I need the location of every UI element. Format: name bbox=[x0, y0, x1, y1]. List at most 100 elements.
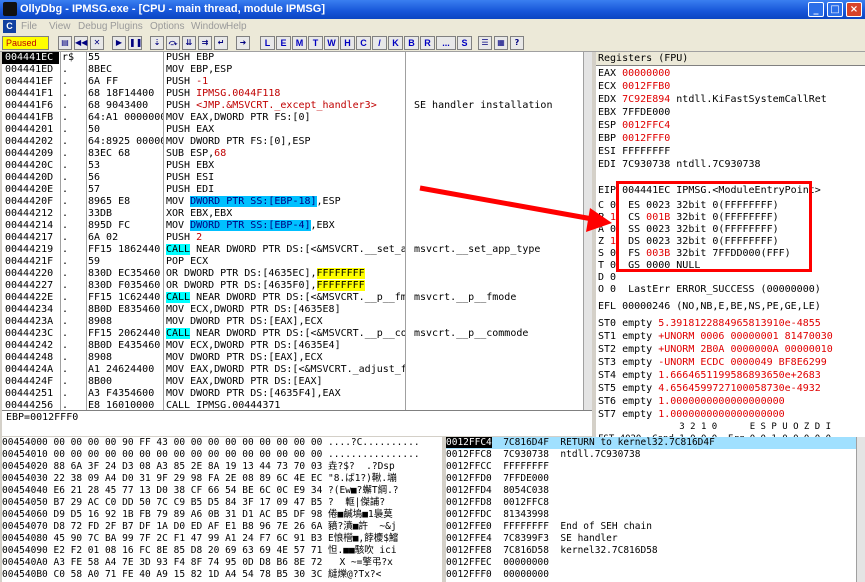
disasm-row[interactable]: 0044420C. 53 PUSH EBX bbox=[2, 160, 592, 172]
disasm-row[interactable]: 004441ED. 8BEC MOV EBP,ESP bbox=[2, 64, 592, 76]
register-line[interactable]: ESP 0012FFC4 bbox=[596, 119, 865, 132]
step-over-icon[interactable]: ⤼ bbox=[166, 36, 180, 50]
disasm-row[interactable]: 0044424F. 8B00 MOV EAX,DWORD PTR DS:[EAX] bbox=[2, 376, 592, 388]
threads-window-button[interactable]: T bbox=[308, 36, 323, 50]
dump-row[interactable]: 00454060 D9 D5 16 92 1B FB 79 89 A6 0B 3… bbox=[2, 509, 442, 521]
fpu-register-line[interactable]: ST1 empty +UNORM 0006 00000001 81470030 bbox=[596, 330, 865, 343]
run-icon[interactable]: ▶ bbox=[112, 36, 126, 50]
disasm-row[interactable]: 004441EC r$ 55 PUSH EBP bbox=[2, 52, 592, 64]
stack-row[interactable]: 0012FFD0 7FFDE000 bbox=[446, 473, 865, 485]
register-line[interactable]: EBX 7FFDE000 bbox=[596, 106, 865, 119]
menu-debug[interactable]: Debug bbox=[78, 21, 107, 32]
stack-row[interactable]: 0012FFF0 00000000 bbox=[446, 569, 865, 581]
fpu-register-line[interactable]: ST0 empty 5.3918122884965813910e-4855 bbox=[596, 317, 865, 330]
dump-row[interactable]: 00454090 E2 F2 01 08 16 FC 8E 85 D8 20 6… bbox=[2, 545, 442, 557]
patches-window-button[interactable]: / bbox=[372, 36, 387, 50]
execute-till-return-icon[interactable]: ↵ bbox=[214, 36, 228, 50]
dump-row[interactable]: 00454040 E6 21 28 45 77 13 D0 38 CF 66 5… bbox=[2, 485, 442, 497]
fpu-register-line[interactable]: ST7 empty 1.0000000000000000000 bbox=[596, 408, 865, 421]
disasm-row[interactable]: 00444227. 830D F035460 OR DWORD PTR DS:[46… bbox=[2, 280, 592, 292]
disassembly-scrollbar[interactable] bbox=[583, 52, 592, 410]
trace-into-icon[interactable]: ⇊ bbox=[182, 36, 196, 50]
open-icon[interactable]: ▤ bbox=[58, 36, 72, 50]
menu-help[interactable]: Help bbox=[226, 21, 247, 32]
disasm-row[interactable]: 00444219. FF15 1862440 CALL NEAR DWORD PTR… bbox=[2, 244, 592, 256]
source-window-button[interactable]: S bbox=[457, 36, 472, 50]
pause-icon[interactable]: ❚❚ bbox=[128, 36, 142, 50]
fpu-register-line[interactable]: ST6 empty 1.0000000000000000000 bbox=[596, 395, 865, 408]
disasm-row[interactable]: 0044420D. 56 PUSH ESI bbox=[2, 172, 592, 184]
fpu-register-line[interactable]: ST4 empty 1.6664651199586893650e+2683 bbox=[596, 369, 865, 382]
menu-options[interactable]: Options bbox=[150, 21, 184, 32]
disasm-row[interactable]: 004441F6. 68 9043400 PUSH <JMP.&MSVCRT._ex… bbox=[2, 100, 592, 112]
dump-row[interactable]: 00454050 B7 29 AC C0 DD 50 7C C9 B5 D5 8… bbox=[2, 497, 442, 509]
disasm-row[interactable]: 00444201. 50 PUSH EAX bbox=[2, 124, 592, 136]
disassembly-pane[interactable]: 004441EC r$ 55 PUSH EBP 004441ED. 8BEC MOV EBP… bbox=[2, 52, 592, 410]
dump-row[interactable]: 00454000 00 00 00 00 90 FF 43 00 00 00 0… bbox=[2, 437, 442, 449]
dump-row[interactable]: 00454070 D8 72 FD 2F B7 DF 1A D0 ED AF E… bbox=[2, 521, 442, 533]
disasm-row[interactable]: 0044420F. 8965 E8 MOV DWORD PTR SS:[EBP-18… bbox=[2, 196, 592, 208]
dump-row[interactable]: 004540B0 C0 58 A0 71 FE 40 A9 15 82 1D A… bbox=[2, 569, 442, 581]
cpu-window-button[interactable]: C bbox=[356, 36, 371, 50]
disasm-row[interactable]: 0044422E. FF15 1C62440 CALL NEAR DWORD PTR… bbox=[2, 292, 592, 304]
stack-row[interactable]: 0012FFE8 7C816D58 kernel32.7C816D58 bbox=[446, 545, 865, 557]
disasm-row[interactable]: 00444212. 33DB XOR EBX,EBX bbox=[2, 208, 592, 220]
minimize-button[interactable]: _ bbox=[808, 2, 824, 17]
register-line[interactable]: ECX 0012FFB0 bbox=[596, 80, 865, 93]
disasm-row[interactable]: 00444220. 830D EC35460 OR DWORD PTR DS:[46… bbox=[2, 268, 592, 280]
fpu-register-line[interactable]: ST2 empty +UNORM 2B0A 0000000A 00000010 bbox=[596, 343, 865, 356]
handles-window-button[interactable]: H bbox=[340, 36, 355, 50]
menu-view[interactable]: View bbox=[49, 21, 71, 32]
eflags-line[interactable]: EFL 00000246 (NO,NB,E,BE,NS,PE,GE,LE) bbox=[596, 300, 865, 313]
disasm-row[interactable]: 00444242. 8B0D E435460 MOV ECX,DWORD PTR D… bbox=[2, 340, 592, 352]
menu-plugins[interactable]: Plugins bbox=[110, 21, 143, 32]
disasm-row[interactable]: 0044423C. FF15 2062440 CALL NEAR DWORD PTR… bbox=[2, 328, 592, 340]
stack-row[interactable]: 0012FFEC 00000000 bbox=[446, 557, 865, 569]
dump-row[interactable]: 004540A0 A3 FE 58 A4 7E 3D 93 F4 8F 74 9… bbox=[2, 557, 442, 569]
options-grid-icon[interactable]: ▦ bbox=[494, 36, 508, 50]
register-line[interactable]: EBP 0012FFF0 bbox=[596, 132, 865, 145]
stack-row[interactable]: 0012FFD4 8054C038 bbox=[446, 485, 865, 497]
callstack-window-button[interactable]: K bbox=[388, 36, 403, 50]
disasm-row[interactable]: 00444256. E8 16010000 CALL IPMSG.00444371 bbox=[2, 400, 592, 410]
disasm-row[interactable]: 00444234. 8B0D E835460 MOV ECX,DWORD PTR D… bbox=[2, 304, 592, 316]
close-button[interactable]: × bbox=[846, 2, 862, 17]
disasm-row[interactable]: 004441EF. 6A FF PUSH -1 bbox=[2, 76, 592, 88]
disasm-row[interactable]: 00444209. 83EC 68 SUB ESP,68 bbox=[2, 148, 592, 160]
register-line[interactable]: EAX 00000000 bbox=[596, 67, 865, 80]
fpu-register-line[interactable]: ST3 empty -UNORM ECDC 0000049 BF8E6299 bbox=[596, 356, 865, 369]
stack-pane[interactable]: 0012FFC4 7C816D4F RETURN to kernel32.7C8… bbox=[446, 437, 865, 582]
disasm-row[interactable]: 0044424A. A1 24624400 MOV EAX,DWORD PTR DS… bbox=[2, 364, 592, 376]
register-line[interactable]: ESI FFFFFFFF bbox=[596, 145, 865, 158]
memory-window-button[interactable]: M bbox=[292, 36, 307, 50]
references-window-button[interactable]: R bbox=[420, 36, 435, 50]
run-trace-window-button[interactable]: ... bbox=[436, 36, 456, 50]
dump-row[interactable]: 00454030 22 38 09 A4 D0 31 9F 29 98 FA 2… bbox=[2, 473, 442, 485]
menu-file[interactable]: File bbox=[21, 21, 37, 32]
disasm-row[interactable]: 00444248. 8908 MOV DWORD PTR DS:[EAX],ECX bbox=[2, 352, 592, 364]
disasm-row[interactable]: 00444217. 6A 02 PUSH 2 bbox=[2, 232, 592, 244]
menu-window[interactable]: Window bbox=[191, 21, 227, 32]
goto-icon[interactable]: ➜ bbox=[236, 36, 250, 50]
close-icon[interactable]: ✕ bbox=[90, 36, 104, 50]
disasm-row[interactable]: 00444214. 895D FC MOV DWORD PTR SS:[EBP-4]… bbox=[2, 220, 592, 232]
dump-row[interactable]: 00454010 00 00 00 00 00 00 00 00 00 00 0… bbox=[2, 449, 442, 461]
memory-dump-pane[interactable]: 00454000 00 00 00 00 90 FF 43 00 00 00 0… bbox=[2, 437, 442, 582]
fpu-register-line[interactable]: ST5 empty 4.6564599727100058730e-4932 bbox=[596, 382, 865, 395]
help-icon[interactable]: ? bbox=[510, 36, 524, 50]
disasm-row[interactable]: 004441FB. 64:A1 0000000 MOV EAX,DWORD PTR … bbox=[2, 112, 592, 124]
cpu-window-icon[interactable]: C bbox=[3, 20, 16, 33]
breakpoints-window-button[interactable]: B bbox=[404, 36, 419, 50]
disasm-row[interactable]: 004441F1. 68 18F14400 PUSH IPMSG.0044F118 bbox=[2, 88, 592, 100]
disasm-row[interactable]: 0044420E. 57 PUSH EDI bbox=[2, 184, 592, 196]
list-icon[interactable]: ☰ bbox=[478, 36, 492, 50]
register-line[interactable]: EDI 7C930738 ntdll.7C930738 bbox=[596, 158, 865, 171]
flag-line[interactable]: O 0 LastErr ERROR_SUCCESS (00000000) bbox=[596, 283, 865, 296]
trace-over-icon[interactable]: ⇉ bbox=[198, 36, 212, 50]
stack-scrollbar[interactable] bbox=[856, 437, 865, 582]
maximize-button[interactable]: □ bbox=[827, 2, 843, 17]
dump-row[interactable]: 00454080 45 90 7C BA 99 7F 2C F1 47 99 A… bbox=[2, 533, 442, 545]
stack-row[interactable]: 0012FFD8 0012FFC8 bbox=[446, 497, 865, 509]
stack-row[interactable]: 0012FFE4 7C8399F3 SE handler bbox=[446, 533, 865, 545]
step-into-icon[interactable]: ⇣ bbox=[150, 36, 164, 50]
